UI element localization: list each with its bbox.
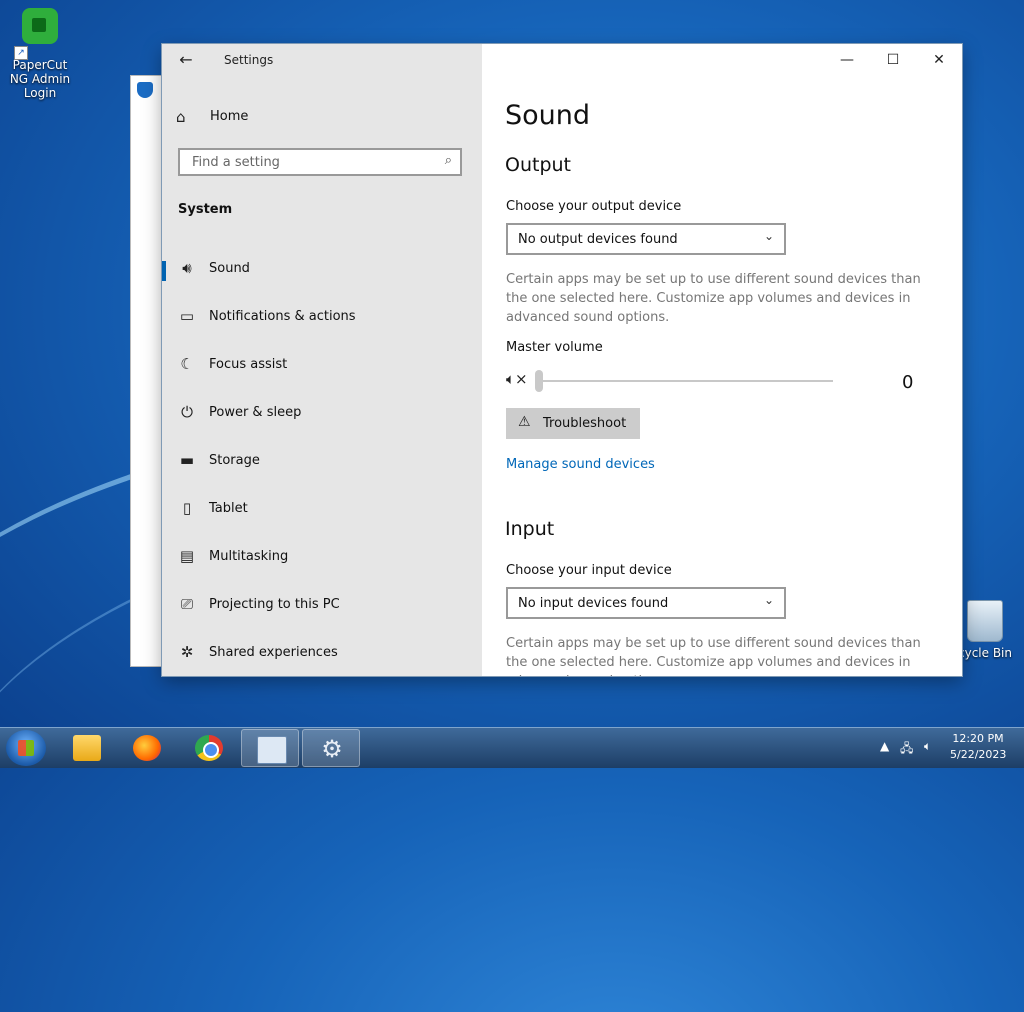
window-title: Settings (224, 53, 274, 67)
close-icon: ✕ (933, 52, 945, 68)
nav-home-label: Home (210, 109, 249, 124)
sidebar-item-notifications[interactable]: ▭ Notifications & actions (162, 293, 482, 341)
gear-icon: ⚙ (321, 735, 343, 763)
nav-home[interactable]: ⌂ Home (176, 106, 466, 130)
projecting-icon: ⎚ (180, 595, 193, 613)
master-volume-label: Master volume (506, 340, 603, 355)
papercut-icon (22, 8, 58, 44)
close-button[interactable]: ✕ (916, 44, 962, 76)
speaker-icon: 🔊︎ (182, 259, 192, 277)
taskbar: ⚙ ▲ 🖧 🔈︎ 12:20 PM 5/22/2023 (0, 727, 1024, 768)
network-icon[interactable]: 🖧 (900, 739, 913, 760)
settings-nav-pane: ← Settings ⌂ Home ⌕ System 🔊︎ Sound ▭ No… (162, 44, 482, 676)
output-info-text: Certain apps may be set up to use differ… (506, 272, 921, 325)
input-device-value: No input devices found (518, 596, 669, 611)
sidebar-item-shared-experiences[interactable]: ✲ Shared experiences (162, 629, 482, 676)
sidebar-item-label: Projecting to this PC (209, 597, 340, 612)
clock-time: 12:20 PM (952, 732, 1004, 745)
sidebar-item-focus-assist[interactable]: ☾ Focus assist (162, 341, 482, 389)
sidebar-item-label: Power & sleep (209, 405, 302, 420)
search-icon: ⌕ (444, 153, 452, 168)
page-title: Sound (505, 100, 591, 131)
output-heading: Output (505, 154, 571, 176)
shared-icon: ✲ (180, 643, 194, 661)
desktop-icon-papercut[interactable]: ↗ PaperCut NG Admin Login (2, 8, 78, 100)
shield-icon (137, 82, 153, 98)
sidebar-item-label: Tablet (209, 501, 248, 516)
clock-date: 5/22/2023 (950, 748, 1007, 761)
shortcut-arrow-icon: ↗ (14, 46, 28, 60)
master-volume-row: 🔈︎× 0 (506, 370, 926, 394)
sidebar-item-label: Multitasking (209, 549, 289, 564)
nav-list: 🔊︎ Sound ▭ Notifications & actions ☾ Foc… (162, 245, 482, 676)
multitasking-icon: ▤ (179, 547, 195, 565)
firefox-icon (133, 735, 161, 761)
tablet-icon: ▯ (182, 499, 192, 517)
section-heading: System (178, 202, 233, 217)
moon-icon: ☾ (180, 355, 194, 373)
start-button[interactable] (6, 730, 46, 766)
taskbar-chrome[interactable] (180, 729, 238, 767)
clock[interactable]: 12:20 PM 5/22/2023 (950, 731, 1006, 763)
output-device-value: No output devices found (518, 232, 678, 247)
home-icon: ⌂ (176, 108, 186, 126)
chevron-down-icon: ⌄ (763, 593, 774, 607)
search-box[interactable]: ⌕ (178, 148, 462, 176)
sidebar-item-power-sleep[interactable]: ⏻ Power & sleep (162, 389, 482, 437)
troubleshoot-button[interactable]: ⚠ Troubleshoot (506, 408, 640, 439)
volume-value: 0 (902, 372, 914, 393)
power-icon: ⏻ (181, 403, 193, 421)
storage-icon: ▬ (179, 451, 195, 469)
input-device-label: Choose your input device (506, 563, 672, 578)
settings-window: ← Settings ⌂ Home ⌕ System 🔊︎ Sound ▭ No… (162, 44, 962, 676)
taskbar-file-explorer[interactable] (58, 729, 116, 767)
sidebar-item-label: Focus assist (209, 357, 288, 372)
taskbar-control-panel[interactable] (241, 729, 299, 767)
sidebar-item-projecting[interactable]: ⎚ Projecting to this PC (162, 581, 482, 629)
minimize-button[interactable]: — (824, 44, 870, 76)
sidebar-item-label: Notifications & actions (209, 309, 356, 324)
sidebar-item-label: Shared experiences (209, 645, 338, 660)
sidebar-item-tablet[interactable]: ▯ Tablet (162, 485, 482, 533)
manage-sound-devices-link[interactable]: Manage sound devices (506, 457, 655, 472)
volume-slider-track[interactable] (536, 380, 833, 382)
back-arrow-icon: ← (179, 50, 193, 69)
maximize-button[interactable]: ☐ (870, 44, 916, 76)
volume-slider-thumb[interactable] (535, 370, 543, 392)
input-device-dropdown[interactable]: No input devices found ⌄ (506, 587, 786, 619)
warning-icon: ⚠ (518, 414, 531, 430)
chevron-down-icon: ⌄ (763, 229, 774, 243)
sidebar-item-sound[interactable]: 🔊︎ Sound (162, 245, 482, 293)
sidebar-item-label: Sound (209, 261, 250, 276)
desktop-icon-label: PaperCut NG Admin Login (9, 58, 71, 100)
folder-icon (73, 735, 101, 761)
taskbar-settings[interactable]: ⚙ (302, 729, 360, 767)
control-panel-icon (257, 736, 287, 764)
sidebar-item-label: Storage (209, 453, 260, 468)
input-heading: Input (505, 518, 555, 540)
input-info-text: Certain apps may be set up to use differ… (506, 636, 921, 676)
recycle-bin-icon (967, 600, 1003, 642)
taskbar-firefox[interactable] (118, 729, 176, 767)
show-hidden-icons-icon[interactable]: ▲ (880, 739, 889, 753)
title-bar: ← Settings (162, 44, 482, 76)
sidebar-item-storage[interactable]: ▬ Storage (162, 437, 482, 485)
output-device-dropdown[interactable]: No output devices found ⌄ (506, 223, 786, 255)
notification-icon: ▭ (179, 307, 195, 325)
troubleshoot-label: Troubleshoot (543, 416, 627, 431)
maximize-icon: ☐ (886, 52, 900, 68)
mute-speaker-icon[interactable]: 🔈︎× (506, 370, 528, 388)
chrome-icon (195, 735, 223, 761)
volume-muted-icon[interactable]: 🔈︎ (924, 739, 931, 754)
output-device-label: Choose your output device (506, 199, 682, 214)
back-button[interactable]: ← (176, 50, 196, 70)
search-input[interactable] (190, 154, 434, 171)
minimize-icon: — (840, 52, 854, 68)
sidebar-item-multitasking[interactable]: ▤ Multitasking (162, 533, 482, 581)
settings-content: — ☐ ✕ Sound Output Choose your output de… (482, 44, 962, 676)
